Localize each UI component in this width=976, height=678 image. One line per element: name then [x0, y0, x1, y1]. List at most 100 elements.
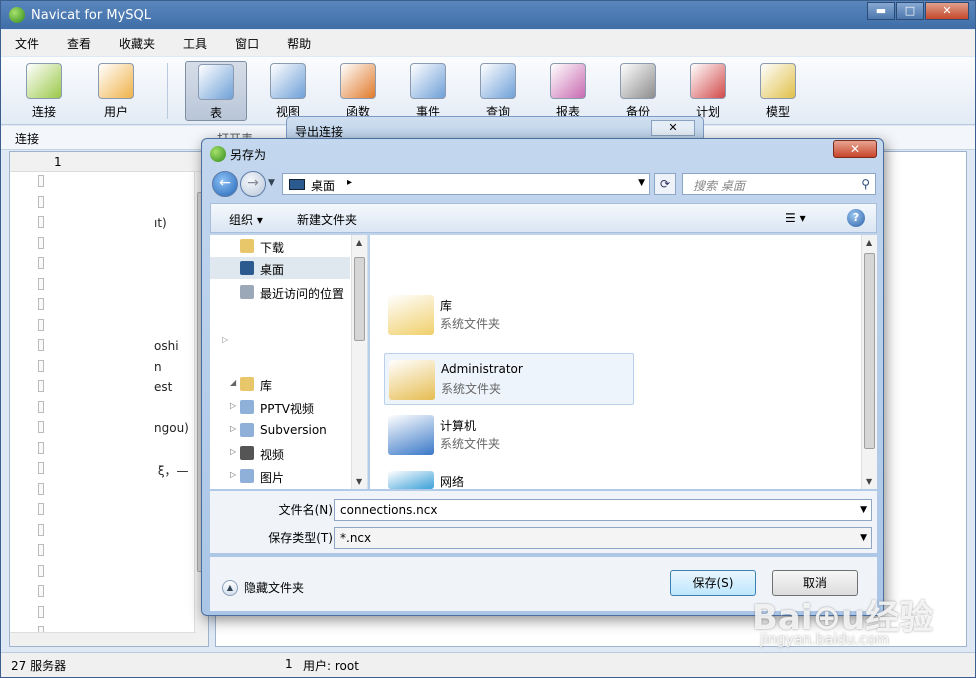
connection-row[interactable] — [10, 234, 208, 255]
file-name[interactable]: 计算机 — [440, 417, 476, 434]
menu-file[interactable]: 文件 — [15, 35, 39, 52]
nav-item-label[interactable]: 下载 — [260, 239, 284, 256]
nav-item[interactable]: ◢ 库 — [210, 373, 350, 395]
toolbar-function-button[interactable]: 函数 — [327, 61, 389, 121]
toolbar-query-button[interactable]: 查询 — [467, 61, 529, 121]
file-name[interactable]: Administrator — [441, 362, 523, 376]
connection-row[interactable] — [10, 582, 208, 603]
nav-item-label[interactable]: PPTV视频 — [260, 400, 314, 417]
connection-row[interactable] — [10, 193, 208, 214]
menu-window[interactable]: 窗口 — [235, 35, 259, 52]
connection-row[interactable] — [10, 500, 208, 521]
export-dialog-close-button[interactable]: ✕ — [651, 120, 695, 136]
connection-row[interactable] — [10, 521, 208, 542]
toolbar-model-button[interactable]: 模型 — [747, 61, 809, 121]
filetype-select[interactable]: *.ncx ▼ — [334, 527, 872, 549]
nav-item[interactable]: ▷ 图片 — [210, 465, 350, 487]
help-icon[interactable]: ? — [847, 209, 865, 227]
toolbar-backup-button[interactable]: 备份 — [607, 61, 669, 121]
nav-item[interactable]: 桌面 — [210, 257, 350, 279]
connection-row[interactable] — [10, 295, 208, 316]
chevron-up-icon[interactable]: ▲ — [222, 579, 238, 596]
nav-item[interactable]: 最近访问的位置 — [210, 281, 350, 303]
nav-item-label[interactable]: Subversion — [260, 423, 327, 437]
toolbar-report-button[interactable]: 报表 — [537, 61, 599, 121]
search-desktop-field[interactable]: 搜索 桌面 ⚲ — [682, 173, 876, 195]
connection-row[interactable] — [10, 480, 208, 501]
connection-row[interactable] — [10, 603, 208, 624]
back-arrow-icon[interactable]: ← — [212, 171, 238, 197]
nav-item-label[interactable]: 图片 — [260, 469, 284, 486]
connection-name[interactable]: oshi — [154, 339, 179, 353]
toolbar-table-button[interactable]: 表 — [185, 61, 247, 121]
connection-row[interactable] — [10, 316, 208, 337]
file-name[interactable]: 库 — [440, 297, 452, 314]
save-dialog-close-button[interactable]: ✕ — [833, 140, 877, 158]
tree-expander-icon[interactable]: ▷ — [230, 401, 236, 410]
connection-row[interactable] — [10, 439, 208, 460]
connection-row[interactable] — [10, 562, 208, 583]
connection-row[interactable]: est — [10, 377, 208, 398]
connection-name[interactable]: est — [154, 380, 172, 394]
menu-favorites[interactable]: 收藏夹 — [119, 35, 155, 52]
menu-tools[interactable]: 工具 — [183, 35, 207, 52]
file-item[interactable]: 网络 — [384, 465, 634, 489]
connection-row[interactable]: ngou) — [10, 418, 208, 439]
history-dropdown-icon[interactable]: ▼ — [268, 178, 275, 188]
nav-scrollbar[interactable]: ▲ ▼ — [351, 235, 367, 489]
file-scrollbar[interactable]: ▲ ▼ — [861, 235, 877, 489]
menu-view[interactable]: 查看 — [67, 35, 91, 52]
minimize-button[interactable]: ▬ — [867, 2, 895, 20]
connection-row[interactable]: ξ，— — [10, 459, 208, 480]
connection-name[interactable]: n — [154, 360, 162, 374]
nav-item[interactable]: ▷ Subversion — [210, 419, 350, 441]
filename-dropdown-icon[interactable]: ▼ — [860, 505, 867, 515]
new-folder-button[interactable]: 新建文件夹 — [297, 211, 357, 228]
connection-row[interactable] — [10, 275, 208, 296]
maximize-button[interactable]: □ — [896, 2, 924, 20]
tree-expander-icon[interactable]: ▷ — [222, 335, 228, 344]
toolbar-connection-button[interactable]: 连接 — [13, 61, 75, 121]
connection-row[interactable]: n — [10, 357, 208, 378]
menu-help[interactable]: 帮助 — [287, 35, 311, 52]
toolbar-event-button[interactable]: 事件 — [397, 61, 459, 121]
tree-expander-icon[interactable]: ▷ — [230, 447, 236, 456]
tree-expander-icon[interactable]: ▷ — [230, 424, 236, 433]
nav-item[interactable]: ▷ PPTV视频 — [210, 396, 350, 418]
organize-button[interactable]: 组织 ▾ — [229, 211, 263, 228]
connection-name[interactable]: ξ，— — [154, 462, 189, 479]
refresh-icon[interactable]: ⟳ — [654, 173, 676, 195]
connection-row[interactable] — [10, 254, 208, 275]
nav-item-label[interactable]: 桌面 — [260, 261, 284, 278]
file-item[interactable]: 库系统文件夹 — [384, 289, 634, 341]
nav-item[interactable]: ▷ 视频 — [210, 442, 350, 464]
connection-name[interactable]: ıt) — [154, 216, 167, 230]
connection-row[interactable] — [10, 398, 208, 419]
nav-item-label[interactable]: 视频 — [260, 446, 284, 463]
toolbar-user-button[interactable]: 用户 — [85, 61, 147, 121]
tree-expander-icon[interactable]: ▷ — [230, 470, 236, 479]
path-location[interactable]: 桌面 — [311, 177, 335, 194]
hide-folders-label[interactable]: 隐藏文件夹 — [244, 579, 304, 596]
file-name[interactable]: 网络 — [440, 473, 464, 490]
connection-row[interactable]: oshi — [10, 336, 208, 357]
nav-item[interactable]: 下载 — [210, 235, 350, 257]
view-options-button[interactable]: ☰ ▾ — [785, 211, 806, 225]
filename-value[interactable]: connections.ncx — [340, 503, 438, 517]
path-breadcrumb[interactable]: 桌面 ▸ ▼ — [282, 173, 650, 195]
file-item[interactable]: Administrator 系统文件夹 — [384, 353, 634, 405]
nav-item-label[interactable]: 最近访问的位置 — [260, 285, 344, 302]
connection-row[interactable]: ıt) — [10, 213, 208, 234]
path-dropdown-icon[interactable]: ▼ — [638, 178, 645, 188]
filename-input[interactable]: connections.ncx ▼ — [334, 499, 872, 521]
toolbar-view-button[interactable]: 视图 — [257, 61, 319, 121]
filetype-value[interactable]: *.ncx — [340, 531, 371, 545]
save-button[interactable]: 保存(S) — [670, 570, 756, 596]
close-button[interactable]: ✕ — [925, 2, 969, 20]
search-icon[interactable]: ⚲ — [861, 177, 870, 191]
connection-row[interactable] — [10, 172, 208, 193]
tree-horizontal-scrollbar[interactable] — [10, 632, 196, 646]
file-item[interactable]: 计算机 系统文件夹 — [384, 409, 634, 461]
filetype-dropdown-icon[interactable]: ▼ — [860, 533, 867, 543]
connection-name[interactable]: ngou) — [154, 421, 189, 435]
